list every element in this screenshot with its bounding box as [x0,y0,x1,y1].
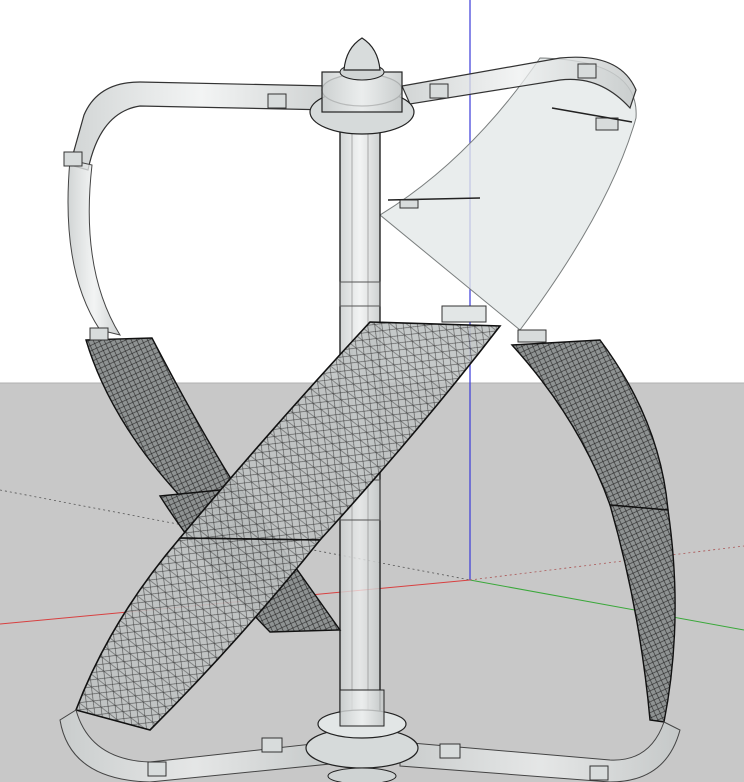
plate-right-2-tab [399,199,419,209]
connector-bottom-right [439,743,461,759]
connector-top-left [63,151,83,167]
modeling-viewport[interactable] [0,0,744,782]
bottom-hub-body [339,689,385,727]
connector-right-mid [595,117,619,131]
blade-right-cap [517,329,547,343]
blade-front-cap [441,305,487,323]
top-arm-left [69,81,333,171]
bottom-hub-base [327,767,397,782]
connector-arm-left [267,93,287,109]
connector-arm-right [429,83,449,99]
left-tube [67,159,122,336]
connector-top-right [577,63,597,79]
turbine-3d-scene[interactable] [0,0,744,782]
connector-bottom-far-right [589,765,609,781]
top-nose-cone [343,37,381,71]
connector-bottom-left [261,737,283,753]
connector-bottom-far-left [147,761,167,777]
blade-upper-left-cap [89,327,109,341]
